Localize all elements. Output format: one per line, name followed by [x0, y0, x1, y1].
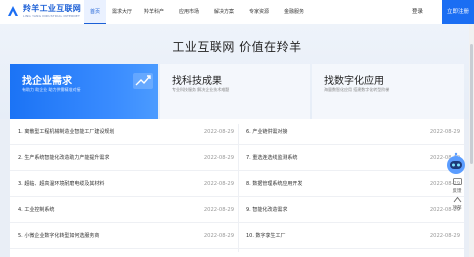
- list-item[interactable]: 5. 小微企业数字化转型如何选服务商 2022-08-29: [10, 225, 238, 249]
- list-item-title[interactable]: 10. 数字孪生工厂: [246, 225, 286, 248]
- back-to-top-label: 顶部: [452, 206, 462, 211]
- list-item-title[interactable]: 4. 工业控制系统: [18, 199, 54, 222]
- list-item-title[interactable]: 7. 重选连选线监测系统: [246, 147, 297, 170]
- list-item[interactable]: 4. 工业控制系统 2022-08-29: [10, 199, 238, 223]
- demand-list: 1. 离散型工程机械制造业智能工厂建设规划 2022-08-29 2. 生产系统…: [10, 119, 464, 257]
- list-item[interactable]: 7. 重选连选线监测系统 2022-08-29: [238, 147, 464, 171]
- logo-title: 羚羊工业互联网: [23, 4, 82, 13]
- feedback-button[interactable]: 反馈: [446, 178, 468, 194]
- list-item[interactable]: 1. 离散型工程机械制造业智能工厂建设规划 2022-08-29: [10, 121, 238, 145]
- scrollbar-thumb[interactable]: [470, 44, 473, 164]
- list-item-date: 2022-08-29: [203, 207, 234, 213]
- list-item[interactable]: 2. 生产系统智能化改造助力产能提升需求 2022-08-29: [10, 147, 238, 171]
- list-item-title[interactable]: 3. 超临、超高温环境耐磨电缆及其材料: [18, 173, 104, 196]
- card-subtitle: 专业科技服务 解决企业技术难题: [172, 87, 230, 92]
- list-item-title[interactable]: 2. 生产系统智能化改造助力产能提升需求: [18, 147, 109, 170]
- nav-solutions[interactable]: 解决方案: [210, 0, 238, 24]
- nav-home[interactable]: 首页: [84, 0, 106, 24]
- card-subtitle: 海量数智化应用 搭建数字化转型阶梯: [324, 87, 390, 92]
- list-item-title[interactable]: 6. 产业链供需对接: [246, 121, 287, 144]
- list-item-title[interactable]: 5. 小微企业数字化转型如何选服务商: [18, 225, 99, 248]
- hero-title: 工业互联网 价值在羚羊: [172, 40, 302, 54]
- feedback-icon: [452, 178, 462, 185]
- card-subtitle: 有助力 助企业 助力供需精准对接: [22, 87, 81, 92]
- login-link[interactable]: 登录: [412, 0, 423, 24]
- card-title: 找数字化应用: [324, 76, 384, 87]
- card-title: 找科技成果: [172, 76, 222, 87]
- list-item-date: 2022-08-29: [203, 181, 234, 187]
- growth-chart-icon: [133, 73, 153, 89]
- hero-section: 工业互联网 价值在羚羊 找企业需求 有助力 助企业 助力供需精准对接 找科技成果…: [0, 24, 474, 128]
- top-header: 羚羊工业互联网 LING YANG INDUSTRIAL INTERNET 首页…: [0, 0, 474, 24]
- list-item-title[interactable]: 1. 离散型工程机械制造业智能工厂建设规划: [18, 121, 114, 144]
- list-item[interactable]: 8. 数据管理系统应用开发 2022-08-29: [238, 173, 464, 197]
- nav-experts[interactable]: 专家资源: [245, 0, 273, 24]
- nav-app-market[interactable]: 应用市场: [175, 0, 203, 24]
- list-item[interactable]: 3. 超临、超高温环境耐磨电缆及其材料 2022-08-29: [10, 173, 238, 197]
- nav-lingyang-tech[interactable]: 羚羊科产: [140, 0, 168, 24]
- list-item-date: 2022-08-29: [429, 129, 460, 135]
- list-item-title[interactable]: 8. 数据管理系统应用开发: [246, 173, 302, 196]
- list-item-date: 2022-08-29: [203, 129, 234, 135]
- nav-demand-hall[interactable]: 需求大厅: [108, 0, 136, 24]
- logo-subtitle: LING YANG INDUSTRIAL INTERNET: [23, 14, 80, 18]
- arrow-up-icon: [453, 196, 461, 203]
- list-item[interactable]: 9. 智能化改造需求 2022-08-29: [238, 199, 464, 223]
- card-title: 找企业需求: [22, 76, 72, 87]
- list-item[interactable]: 10. 数字孪生工厂 2022-08-29: [238, 225, 464, 249]
- site-logo[interactable]: 羚羊工业互联网 LING YANG INDUSTRIAL INTERNET: [6, 3, 84, 21]
- robot-assistant-icon[interactable]: [444, 152, 468, 176]
- list-item[interactable]: 6. 产业链供需对接 2022-08-29: [238, 121, 464, 145]
- page-scrollbar[interactable]: [469, 24, 474, 257]
- list-item-title[interactable]: 9. 智能化改造需求: [246, 199, 287, 222]
- antelope-logo-icon: [8, 6, 18, 16]
- list-item-date: 2022-08-29: [429, 233, 460, 239]
- list-item-date: 2022-08-29: [203, 233, 234, 239]
- back-to-top-button[interactable]: 顶部: [446, 196, 468, 211]
- nav-finance[interactable]: 金融服务: [280, 0, 308, 24]
- register-button[interactable]: 立即注册: [442, 0, 474, 24]
- feedback-label: 反馈: [452, 189, 462, 194]
- list-item-date: 2022-08-29: [203, 155, 234, 161]
